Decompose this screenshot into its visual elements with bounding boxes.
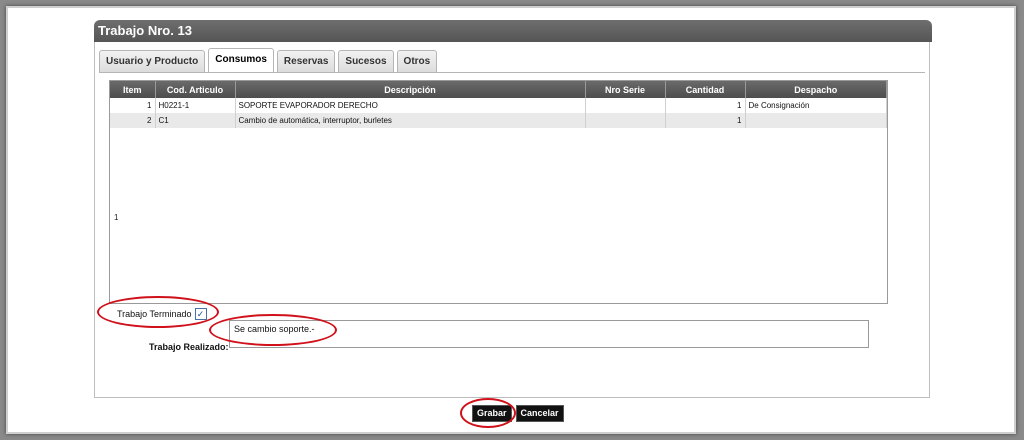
cell-item: 1 — [110, 98, 156, 113]
action-buttons: Grabar Cancelar — [472, 405, 564, 422]
cell-despacho — [745, 113, 887, 128]
tab-otros[interactable]: Otros — [396, 50, 438, 72]
column-header-despacho[interactable]: Despacho — [745, 81, 887, 98]
window-title: Trabajo Nro. 13 — [94, 20, 932, 42]
column-header-nro-serie[interactable]: Nro Serie — [585, 81, 666, 98]
cell-cod-articulo: C1 — [155, 113, 236, 128]
column-header-descripcion[interactable]: Descripción — [235, 81, 586, 98]
cell-descripcion: Cambio de automática, interruptor, burle… — [235, 113, 586, 128]
table-row[interactable]: 2 C1 Cambio de automática, interruptor, … — [110, 113, 887, 128]
grabar-button[interactable]: Grabar — [472, 405, 512, 422]
cancelar-button[interactable]: Cancelar — [515, 405, 564, 422]
tab-divider — [99, 72, 925, 73]
tab-consumos[interactable]: Consumos — [208, 48, 274, 72]
trabajo-realizado-textarea[interactable]: Se cambio soporte.- — [229, 320, 869, 348]
tab-sucesos[interactable]: Sucesos — [338, 50, 394, 72]
terminado-checkbox[interactable]: ✓ — [194, 308, 207, 320]
cell-nro-serie — [585, 113, 666, 128]
column-header-cantidad[interactable]: Cantidad — [665, 81, 746, 98]
trabajo-realizado-label: Trabajo Realizado: — [149, 342, 229, 352]
cell-item: 2 — [110, 113, 156, 128]
main-panel: Usuario y Producto Consumos Reservas Suc… — [94, 42, 930, 398]
page-number: 1 — [114, 213, 119, 222]
tab-bar: Usuario y Producto Consumos Reservas Suc… — [99, 48, 438, 72]
tab-usuario-producto[interactable]: Usuario y Producto — [99, 50, 206, 72]
column-header-item[interactable]: Item — [110, 81, 156, 98]
terminado-field: Trabajo Terminado ✓ — [117, 308, 207, 320]
tab-reservas[interactable]: Reservas — [276, 50, 336, 72]
table-row[interactable]: 1 H0221-1 SOPORTE EVAPORADOR DERECHO 1 D… — [110, 98, 887, 113]
consumos-table: Item Cod. Articulo Descripción Nro Serie… — [110, 81, 887, 128]
cell-cod-articulo: H0221-1 — [155, 98, 236, 113]
column-header-cod-articulo[interactable]: Cod. Articulo — [155, 81, 236, 98]
table-header-row: Item Cod. Articulo Descripción Nro Serie… — [110, 81, 887, 98]
cell-nro-serie — [585, 98, 666, 113]
cell-cantidad: 1 — [665, 98, 746, 113]
terminado-label: Trabajo Terminado — [117, 309, 192, 319]
cell-despacho: De Consignación — [745, 98, 887, 113]
cell-cantidad: 1 — [665, 113, 746, 128]
cell-descripcion: SOPORTE EVAPORADOR DERECHO — [235, 98, 586, 113]
consumos-grid[interactable]: Item Cod. Articulo Descripción Nro Serie… — [109, 80, 888, 304]
